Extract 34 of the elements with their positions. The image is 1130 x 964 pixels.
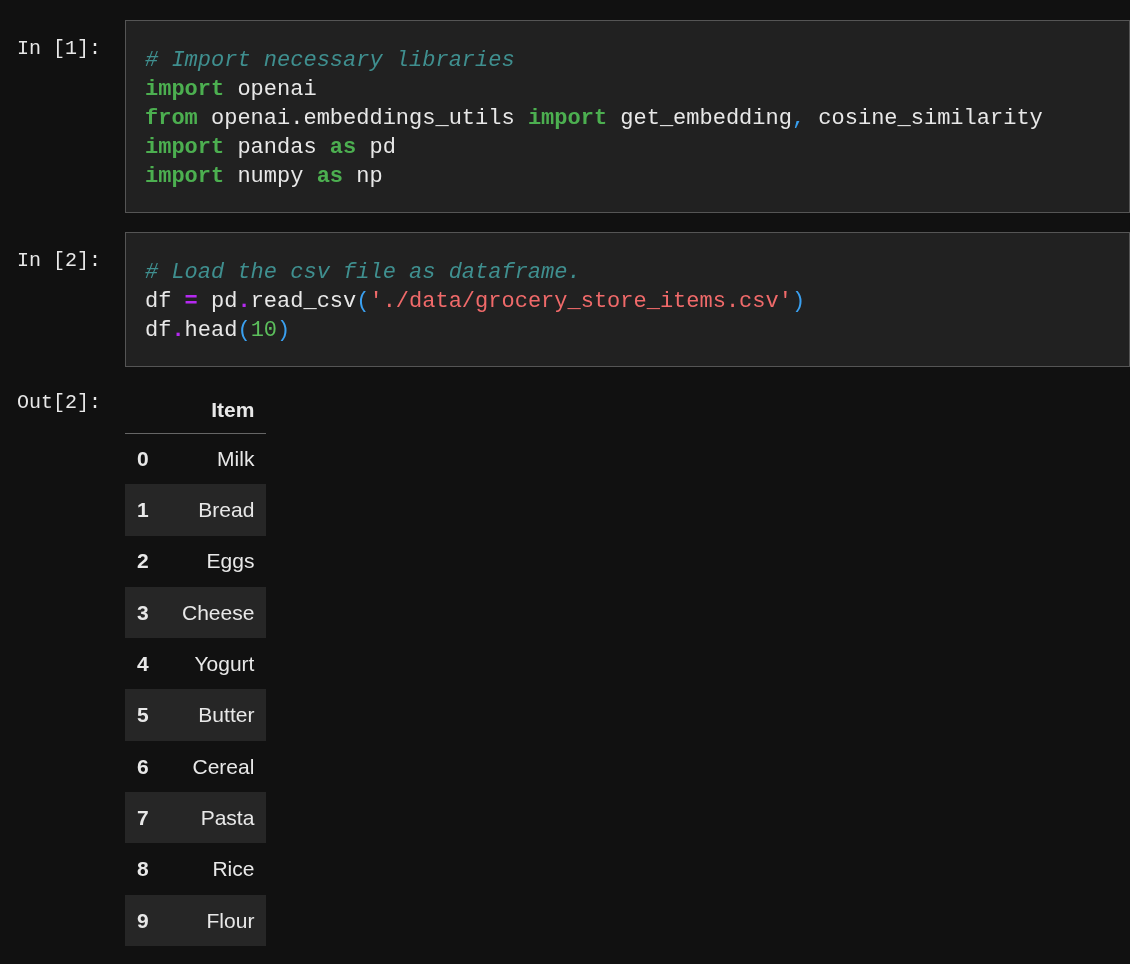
table-cell: Bread: [170, 484, 267, 536]
column-header: Item: [170, 386, 267, 433]
row-index: 2: [125, 535, 170, 587]
code-line: df = pd.read_csv('./data/grocery_store_items.csv'): [145, 288, 806, 316]
code-line: # Import necessary libraries: [145, 47, 515, 75]
table-cell: Flour: [170, 894, 267, 946]
row-index: 0: [125, 433, 170, 485]
table-cell: Eggs: [170, 535, 267, 587]
table-cell: Yogurt: [170, 638, 267, 690]
row-index: 6: [125, 740, 170, 793]
row-index: 4: [125, 638, 170, 690]
row-index: 9: [125, 894, 170, 946]
input-prompt: In [2]:: [17, 249, 101, 272]
row-index: 8: [125, 843, 170, 895]
code-line: # Load the csv file as dataframe.: [145, 259, 581, 287]
row-index: 7: [125, 792, 170, 844]
code-cell[interactable]: # Import necessary libraries import openai from openai.embeddings_utils import get_embedding, cosine_similarity import pandas as pd import numpy as np: [125, 20, 1130, 213]
table-cell: Butter: [170, 689, 267, 741]
output-prompt: Out[2]:: [17, 391, 101, 414]
table-cell: Milk: [170, 433, 267, 485]
row-index: 5: [125, 689, 170, 741]
row-index: 1: [125, 484, 170, 536]
code-line: import pandas as pd: [145, 134, 396, 162]
table-cell: Pasta: [170, 792, 267, 844]
table-cell: Cereal: [170, 740, 267, 793]
code-cell[interactable]: # Load the csv file as dataframe. df = pd.read_csv('./data/grocery_store_items.csv') df.head(10): [125, 232, 1130, 367]
row-index: 3: [125, 586, 170, 639]
table-cell: Cheese: [170, 586, 267, 639]
code-line: df.head(10): [145, 317, 291, 345]
code-line: import numpy as np: [145, 163, 383, 191]
code-line: from openai.embeddings_utils import get_embedding, cosine_similarity: [145, 105, 1043, 133]
code-line: import openai: [145, 76, 317, 104]
table-cell: Rice: [170, 843, 267, 895]
input-prompt: In [1]:: [17, 37, 101, 60]
